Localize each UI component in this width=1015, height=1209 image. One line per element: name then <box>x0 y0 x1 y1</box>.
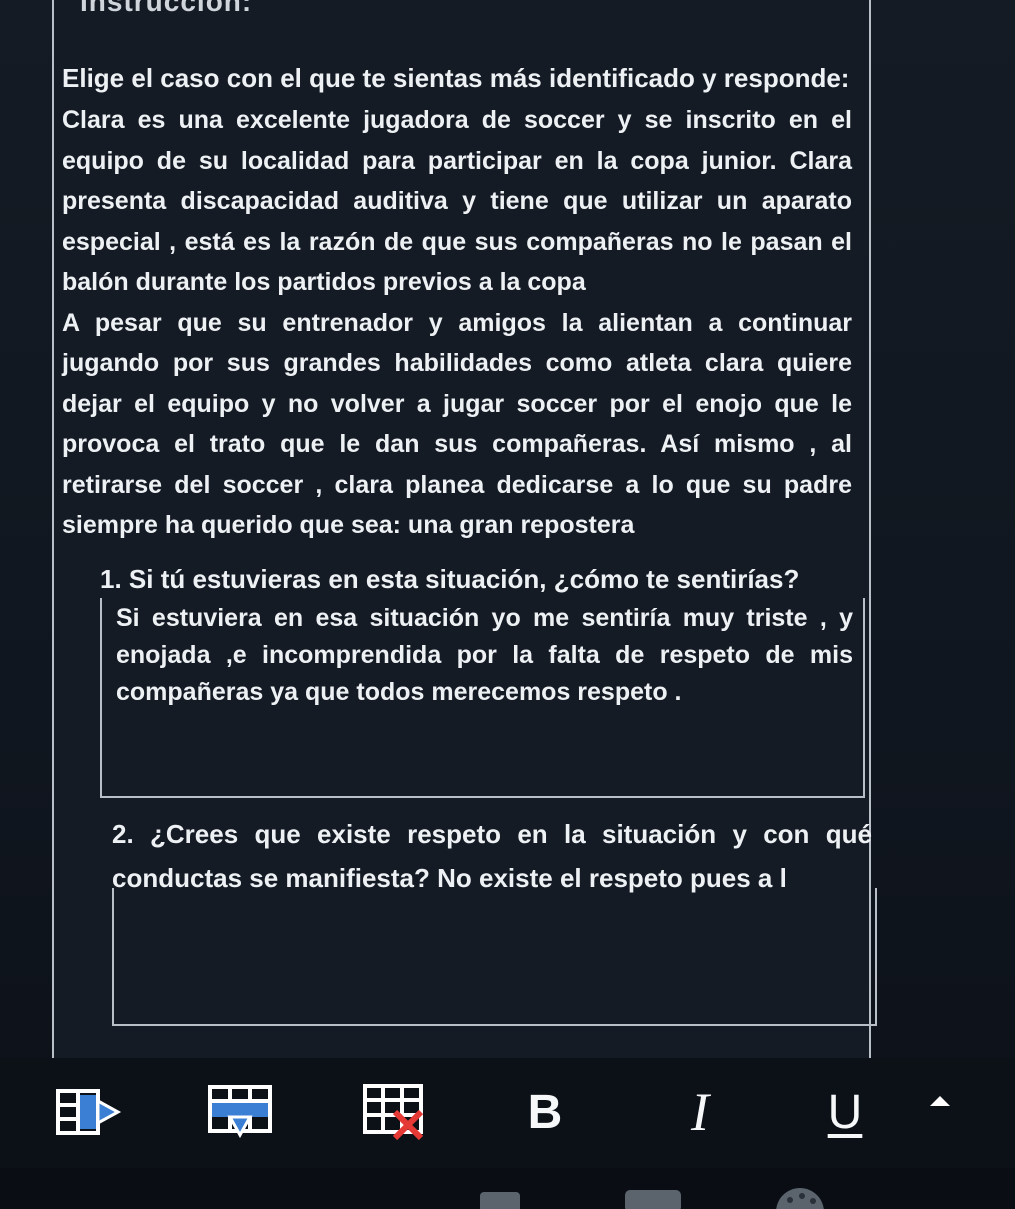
case-text: Clara es una excelente jugadora de socce… <box>62 100 852 546</box>
bold-button[interactable]: B <box>515 1080 575 1144</box>
insert-row-button[interactable] <box>200 1080 280 1144</box>
bottom-bar-icons <box>480 1188 824 1209</box>
question-2: 2. ¿Crees que existe respeto en la situa… <box>112 812 872 900</box>
insert-column-button[interactable] <box>50 1080 130 1144</box>
keyboard-icon <box>625 1190 681 1209</box>
puzzle-icon <box>480 1192 520 1209</box>
delete-table-button[interactable] <box>355 1080 435 1144</box>
palette-icon <box>776 1188 824 1209</box>
answer-2-field[interactable] <box>112 888 877 1026</box>
answer-1-text[interactable]: Si estuviera en esa situación yo me sent… <box>116 600 853 711</box>
case-paragraph-1: Clara es una excelente jugadora de socce… <box>62 106 852 296</box>
insert-column-icon <box>54 1085 126 1139</box>
case-paragraph-2: A pesar que su entrenador y amigos la al… <box>62 308 852 540</box>
insert-row-icon <box>204 1083 276 1141</box>
document-title: Instrucción: <box>80 0 253 17</box>
italic-icon: I <box>691 1082 709 1142</box>
underline-button[interactable]: U <box>815 1080 875 1144</box>
question-1: 1. Si tú estuvieras en esta situación, ¿… <box>100 564 800 594</box>
answer-1-field[interactable]: Si estuviera en esa situación yo me sent… <box>100 598 865 798</box>
italic-button[interactable]: I <box>670 1080 730 1144</box>
intro-heading: Elige el caso con el que te sientas más … <box>62 63 850 93</box>
bottom-bar <box>0 1168 1015 1209</box>
collapse-arrow-icon <box>926 1090 954 1110</box>
collapse-toolbar-button[interactable] <box>920 1068 960 1132</box>
underline-icon: U <box>827 1085 863 1139</box>
screen: Instrucción: Elige el caso con el que te… <box>0 0 1015 1209</box>
bold-icon: B <box>527 1085 563 1139</box>
formatting-toolbar: B I U <box>0 1058 1015 1168</box>
delete-table-icon <box>359 1082 431 1142</box>
